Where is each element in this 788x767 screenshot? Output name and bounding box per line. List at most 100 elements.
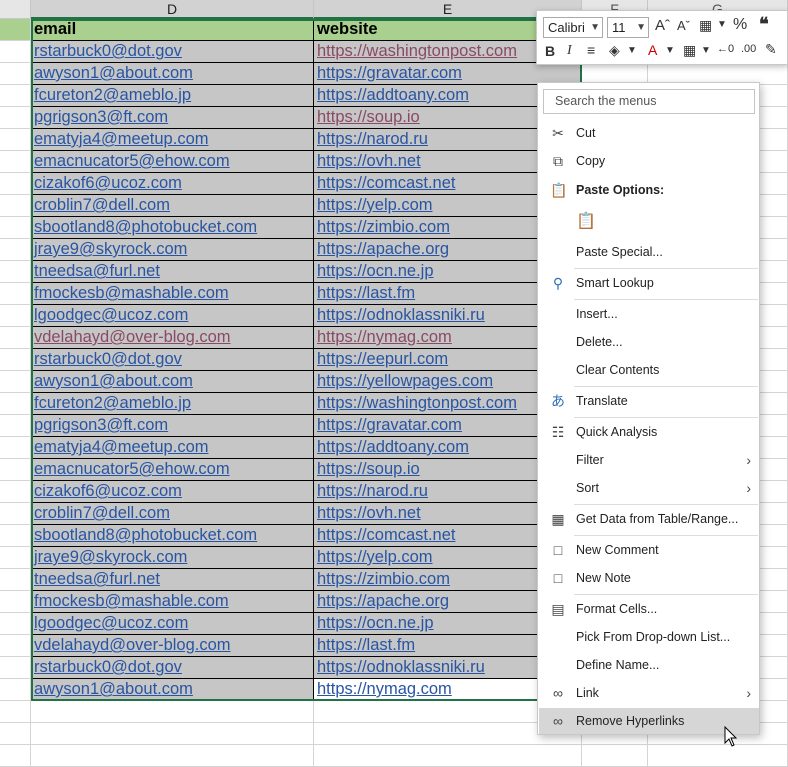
email-cell[interactable]: lgoodgec@ucoz.com (31, 305, 314, 327)
email-cell[interactable]: tneedsa@furl.net (31, 261, 314, 283)
chevron-down-icon[interactable]: ▼ (701, 45, 711, 56)
cell[interactable] (0, 19, 31, 41)
cell[interactable] (0, 679, 31, 701)
header-email[interactable]: email (31, 19, 314, 41)
menu-item-translate[interactable]: あ Translate (539, 388, 759, 414)
website-link[interactable]: https://odnoklassniki.ru (317, 306, 485, 324)
menu-item-get-data[interactable]: ▦ Get Data from Table/Range... (539, 506, 759, 532)
email-link[interactable]: fmockesb@mashable.com (34, 284, 229, 302)
cell[interactable] (0, 569, 31, 591)
chevron-down-icon[interactable]: ▼ (717, 19, 727, 30)
email-link[interactable]: jraye9@skyrock.com (34, 548, 187, 566)
website-link[interactable]: https://addtoany.com (317, 438, 469, 456)
cell[interactable] (0, 415, 31, 437)
email-cell[interactable]: fmockesb@mashable.com (31, 591, 314, 613)
paste-button[interactable]: 📋 (568, 208, 608, 238)
decrease-decimal-icon[interactable]: .00 (741, 43, 756, 55)
cell[interactable] (0, 283, 31, 305)
website-link[interactable]: https://apache.org (317, 240, 449, 258)
cell[interactable] (0, 525, 31, 547)
email-cell[interactable]: rstarbuck0@dot.gov (31, 349, 314, 371)
website-link[interactable]: https://ocn.ne.jp (317, 262, 434, 280)
email-cell[interactable]: emacnucator5@ehow.com (31, 151, 314, 173)
email-link[interactable]: cizakof6@ucoz.com (34, 174, 182, 192)
website-link[interactable]: https://washingtonpost.com (317, 394, 517, 412)
email-cell[interactable]: fmockesb@mashable.com (31, 283, 314, 305)
cell[interactable] (0, 261, 31, 283)
column-header-d[interactable]: D (31, 0, 314, 19)
email-cell[interactable]: emacnucator5@ehow.com (31, 459, 314, 481)
email-cell[interactable]: cizakof6@ucoz.com (31, 173, 314, 195)
email-link[interactable]: jraye9@skyrock.com (34, 240, 187, 258)
email-cell[interactable]: croblin7@dell.com (31, 195, 314, 217)
menu-item-quick-analysis[interactable]: ☷ Quick Analysis (539, 419, 759, 445)
website-link[interactable]: https://soup.io (317, 108, 420, 126)
search-menus-input[interactable]: Search the menus (543, 89, 755, 114)
website-link[interactable]: https://narod.ru (317, 482, 428, 500)
cell[interactable] (31, 723, 314, 745)
email-cell[interactable]: vdelahayd@over-blog.com (31, 327, 314, 349)
email-cell[interactable]: sbootland8@photobucket.com (31, 217, 314, 239)
cell[interactable] (0, 173, 31, 195)
menu-item-pick-list[interactable]: Pick From Drop-down List... (539, 624, 759, 650)
comma-style-icon[interactable]: ❝ (759, 14, 769, 35)
website-link[interactable]: https://ovh.net (317, 504, 421, 522)
email-cell[interactable]: sbootland8@photobucket.com (31, 525, 314, 547)
email-link[interactable]: emacnucator5@ehow.com (34, 152, 230, 170)
menu-item-insert[interactable]: Insert... (539, 301, 759, 327)
menu-item-filter[interactable]: Filter › (539, 447, 759, 473)
email-link[interactable]: tneedsa@furl.net (34, 262, 160, 280)
menu-item-paste-special[interactable]: Paste Special... (539, 239, 759, 265)
menu-item-copy[interactable]: ⧉ Copy (539, 148, 759, 174)
align-center-icon[interactable]: ≡ (587, 42, 595, 58)
increase-font-icon[interactable]: Aˆ (655, 17, 670, 34)
website-link[interactable]: https://last.fm (317, 284, 415, 302)
italic-icon[interactable]: I (567, 43, 572, 59)
email-link[interactable]: tneedsa@furl.net (34, 570, 160, 588)
email-link[interactable]: ematyja4@meetup.com (34, 130, 209, 148)
cell[interactable] (0, 591, 31, 613)
email-cell[interactable]: ematyja4@meetup.com (31, 437, 314, 459)
menu-item-cut[interactable]: ✂ Cut (539, 120, 759, 146)
cell[interactable] (0, 239, 31, 261)
email-cell[interactable]: rstarbuck0@dot.gov (31, 657, 314, 679)
email-cell[interactable]: tneedsa@furl.net (31, 569, 314, 591)
cell[interactable] (0, 481, 31, 503)
font-size-box[interactable]: 11 ▼ (607, 17, 649, 38)
cell[interactable] (31, 701, 314, 723)
email-link[interactable]: pgrigson3@ft.com (34, 108, 168, 126)
website-link[interactable]: https://yelp.com (317, 196, 433, 214)
website-link[interactable]: https://comcast.net (317, 174, 455, 192)
email-link[interactable]: rstarbuck0@dot.gov (34, 350, 182, 368)
menu-item-new-comment[interactable]: □ New Comment (539, 537, 759, 563)
email-link[interactable]: croblin7@dell.com (34, 196, 170, 214)
email-cell[interactable]: jraye9@skyrock.com (31, 547, 314, 569)
cell[interactable] (0, 217, 31, 239)
email-link[interactable]: awyson1@about.com (34, 372, 193, 390)
website-link[interactable]: https://nymag.com (317, 680, 452, 698)
menu-item-clear-contents[interactable]: Clear Contents (539, 357, 759, 383)
email-link[interactable]: sbootland8@photobucket.com (34, 218, 257, 236)
website-link[interactable]: https://gravatar.com (317, 416, 462, 434)
email-link[interactable]: emacnucator5@ehow.com (34, 460, 230, 478)
website-link[interactable]: https://washingtonpost.com (317, 42, 517, 60)
email-cell[interactable]: ematyja4@meetup.com (31, 129, 314, 151)
cell[interactable] (0, 41, 31, 63)
email-cell[interactable]: cizakof6@ucoz.com (31, 481, 314, 503)
menu-item-define-name[interactable]: Define Name... (539, 652, 759, 678)
percent-icon[interactable]: % (733, 16, 747, 34)
cell[interactable] (0, 613, 31, 635)
fill-color-icon[interactable]: ◈ (609, 42, 620, 59)
email-cell[interactable]: fcureton2@ameblo.jp (31, 85, 314, 107)
website-link[interactable]: https://zimbio.com (317, 218, 450, 236)
email-cell[interactable]: fcureton2@ameblo.jp (31, 393, 314, 415)
cell[interactable] (0, 371, 31, 393)
website-link[interactable]: https://last.fm (317, 636, 415, 654)
email-link[interactable]: ematyja4@meetup.com (34, 438, 209, 456)
cell[interactable] (0, 305, 31, 327)
menu-item-smart-lookup[interactable]: ⚲ Smart Lookup (539, 270, 759, 296)
website-link[interactable]: https://soup.io (317, 460, 420, 478)
website-link[interactable]: https://comcast.net (317, 526, 455, 544)
email-cell[interactable]: awyson1@about.com (31, 371, 314, 393)
website-link[interactable]: https://odnoklassniki.ru (317, 658, 485, 676)
